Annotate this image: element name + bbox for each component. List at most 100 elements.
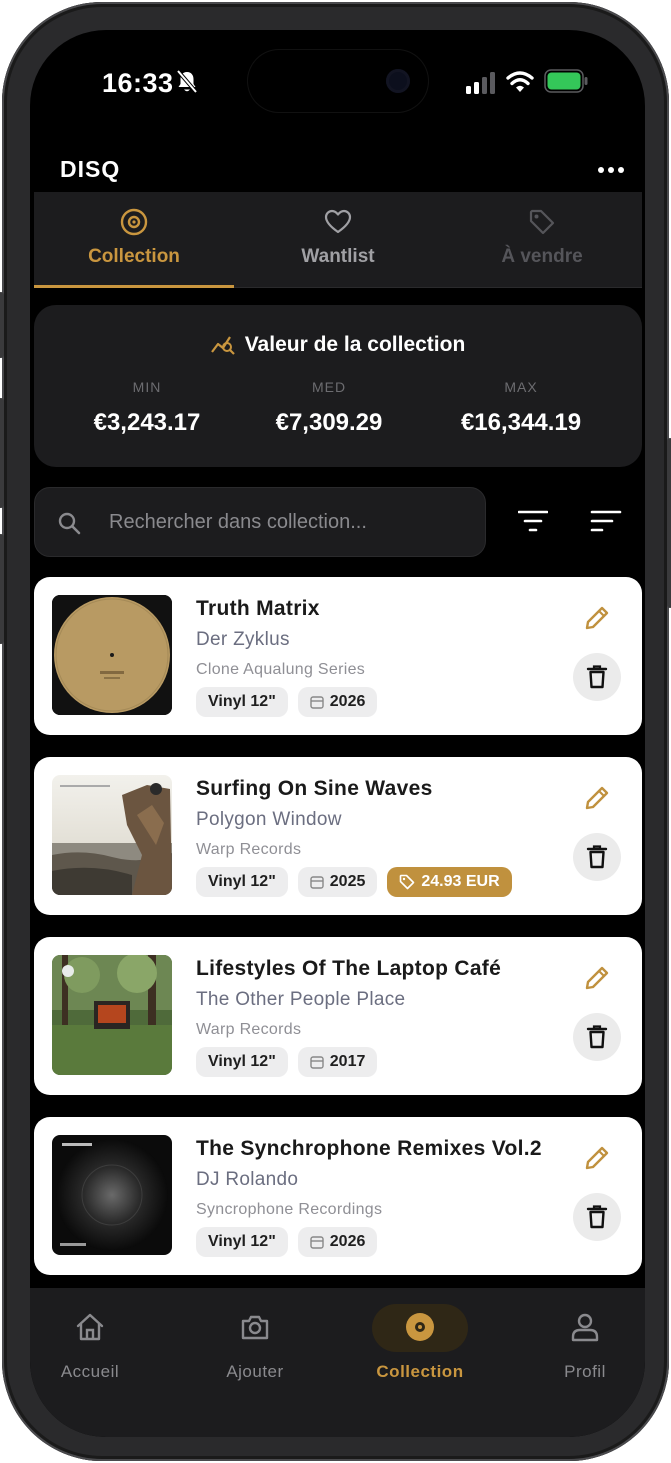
record-artist: DJ Rolando	[196, 1169, 299, 1190]
calendar-icon	[310, 1056, 324, 1069]
record-card[interactable]: Truth Matrix Der Zyklus Clone Aqualung S…	[34, 577, 642, 735]
trash-icon	[586, 665, 608, 689]
record-chips: Vinyl 12" 2026	[196, 687, 378, 717]
record-title: Surfing On Sine Waves	[196, 777, 433, 800]
record-title: The Synchrophone Remixes Vol.2	[196, 1137, 542, 1160]
tab-label: Collection	[88, 246, 180, 267]
year-chip: 2026	[297, 1227, 378, 1257]
tab-bar: Collection Wantlist À vendre	[34, 192, 642, 288]
tab-collection[interactable]: Collection	[34, 192, 234, 288]
value-min-label: MIN	[132, 379, 162, 395]
record-card[interactable]: Surfing On Sine Waves Polygon Window War…	[34, 757, 642, 915]
year-chip-label: 2026	[329, 1233, 366, 1250]
phone-frame: 16:33 DISQ Collection Wantlist À vendre …	[0, 2, 671, 1461]
delete-button[interactable]	[573, 1013, 621, 1061]
value-med: MED €7,309.29	[228, 379, 430, 437]
dynamic-island	[248, 50, 428, 112]
record-title: Truth Matrix	[196, 597, 320, 620]
heart-icon	[324, 209, 352, 234]
year-chip-label: 2025	[329, 873, 366, 890]
nav-label: Ajouter	[226, 1362, 284, 1381]
calendar-icon	[310, 876, 324, 889]
value-card-title: Valeur de la collection	[244, 333, 466, 356]
edit-icon[interactable]	[582, 1143, 612, 1173]
tag-icon	[529, 209, 555, 235]
value-max: MAX €16,344.19	[420, 379, 622, 437]
bottom-navigation: Accueil Ajouter Collection Profil	[30, 1288, 645, 1437]
year-chip: 2025	[297, 867, 378, 897]
chart-search-icon	[210, 336, 235, 355]
more-options-icon[interactable]	[596, 158, 626, 182]
year-chip-label: 2017	[329, 1053, 366, 1070]
search-icon	[58, 512, 81, 535]
nav-home[interactable]: Accueil	[30, 1302, 160, 1392]
sort-icon[interactable]	[590, 508, 622, 534]
delete-button[interactable]	[573, 653, 621, 701]
record-chips: Vinyl 12" 2026	[196, 1227, 378, 1257]
record-label: Warp Records	[196, 1021, 302, 1038]
format-chip-label: Vinyl 12"	[208, 1233, 276, 1250]
vinyl-icon	[120, 208, 148, 236]
camera-icon	[241, 1315, 269, 1340]
year-chip: 2026	[297, 687, 378, 717]
format-chip: Vinyl 12"	[196, 1227, 288, 1257]
filter-icon[interactable]	[518, 508, 548, 534]
person-icon	[571, 1313, 599, 1342]
album-cover	[52, 775, 172, 895]
tag-icon	[400, 874, 415, 890]
album-cover	[52, 1135, 172, 1255]
noise-sphere-art	[52, 1135, 172, 1255]
battery-icon	[544, 69, 588, 93]
record-chips: Vinyl 12" 2017	[196, 1047, 378, 1077]
album-cover	[52, 595, 172, 715]
value-card-header: Valeur de la collection	[34, 333, 642, 357]
record-artist: The Other People Place	[196, 989, 406, 1010]
record-card[interactable]: The Synchrophone Remixes Vol.2 DJ Roland…	[34, 1117, 642, 1275]
record-label: Syncrophone Recordings	[196, 1201, 383, 1218]
tab-label: À vendre	[501, 246, 583, 267]
value-med-label: MED	[311, 379, 347, 395]
tab-for-sale[interactable]: À vendre	[442, 192, 642, 288]
value-max-label: MAX	[504, 379, 538, 395]
delete-button[interactable]	[573, 833, 621, 881]
forest-photo-art	[52, 955, 172, 1075]
search-bar	[34, 487, 486, 557]
collection-value-card: Valeur de la collection MIN €3,243.17 ME…	[34, 305, 642, 467]
nav-add[interactable]: Ajouter	[185, 1302, 325, 1392]
app-title: DISQ	[60, 156, 121, 182]
year-chip-label: 2026	[329, 693, 366, 710]
value-max-amount: €16,344.19	[460, 409, 582, 436]
value-med-amount: €7,309.29	[275, 409, 383, 436]
signal-icon	[466, 72, 495, 94]
calendar-icon	[310, 696, 324, 709]
vinyl-label-art	[52, 595, 172, 715]
edit-icon[interactable]	[582, 963, 612, 993]
price-chip-label: 24.93 EUR	[421, 873, 500, 890]
delete-button[interactable]	[573, 1193, 621, 1241]
price-chip: 24.93 EUR	[387, 867, 512, 897]
edit-icon[interactable]	[582, 783, 612, 813]
screen: 16:33 DISQ Collection Wantlist À vendre …	[30, 30, 645, 1437]
record-artist: Der Zyklus	[196, 629, 290, 650]
format-chip-label: Vinyl 12"	[208, 1053, 276, 1070]
format-chip-label: Vinyl 12"	[208, 693, 276, 710]
volume-up-button	[0, 398, 4, 508]
format-chip: Vinyl 12"	[196, 1047, 288, 1077]
format-chip: Vinyl 12"	[196, 867, 288, 897]
nav-label: Profil	[564, 1362, 606, 1381]
nav-collection[interactable]: Collection	[350, 1302, 490, 1392]
search-input[interactable]	[109, 488, 469, 556]
edit-icon[interactable]	[582, 603, 612, 633]
vinyl-icon	[406, 1313, 434, 1341]
format-chip: Vinyl 12"	[196, 687, 288, 717]
power-button	[667, 438, 671, 608]
tab-wantlist[interactable]: Wantlist	[238, 192, 438, 288]
tab-label: Wantlist	[301, 246, 375, 267]
year-chip: 2017	[297, 1047, 378, 1077]
status-time: 16:33	[102, 68, 174, 98]
trash-icon	[586, 1025, 608, 1049]
nav-profile[interactable]: Profil	[515, 1302, 645, 1392]
coastline-photo-art	[52, 775, 172, 895]
camera-lens	[386, 69, 410, 93]
record-card[interactable]: Lifestyles Of The Laptop Café The Other …	[34, 937, 642, 1095]
